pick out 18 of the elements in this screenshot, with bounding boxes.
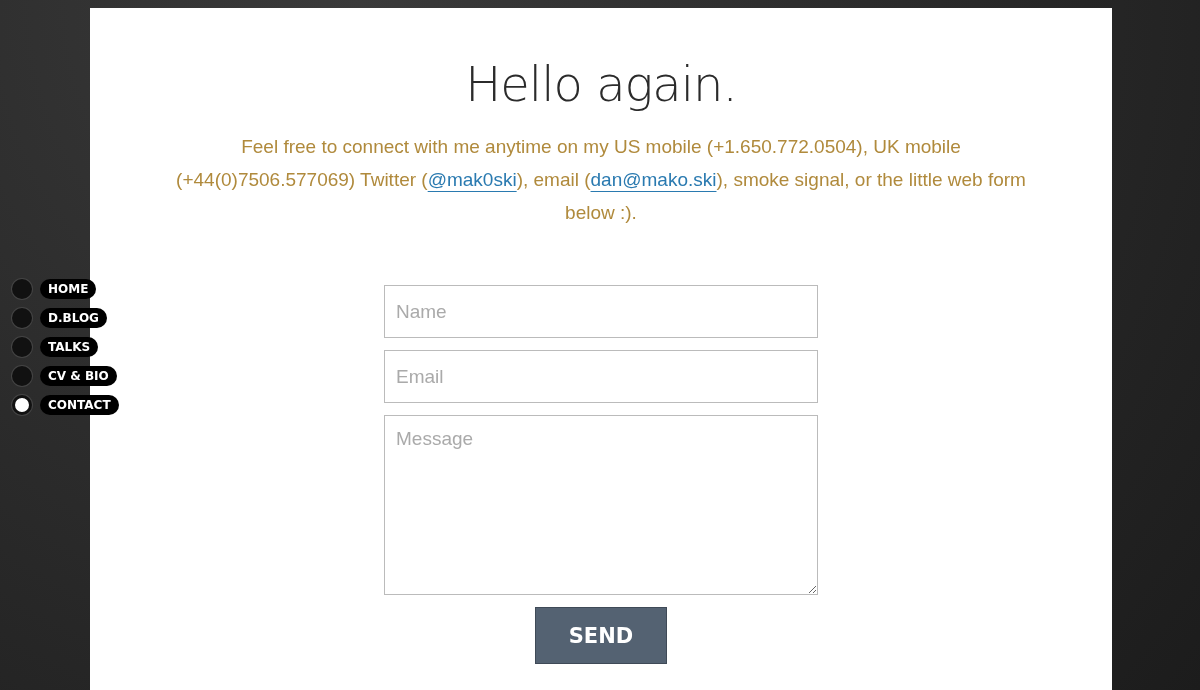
nav-dot[interactable]	[12, 308, 32, 328]
send-button[interactable]: SEND	[535, 607, 667, 664]
intro-paragraph: Feel free to connect with me anytime on my US mobile (+1.650.772.0504), UK mobile (+44(0)7506.577069) Twitter (@mak0ski), email (dan@mako.ski), smoke signal, or the little web form below :).	[175, 135, 1027, 225]
message-field[interactable]: Message	[384, 415, 818, 595]
nav-link[interactable]: TALKS	[40, 337, 99, 357]
input-field[interactable]: Name	[384, 285, 818, 338]
nav-link[interactable]: CONTACT	[40, 395, 119, 415]
inline-link[interactable]: @mak0ski	[427, 169, 517, 190]
nav-dot[interactable]	[12, 366, 32, 386]
page-heading: Hello again.	[465, 56, 737, 112]
nav-link[interactable]: HOME	[40, 279, 97, 299]
inline-link[interactable]: dan@mako.ski	[590, 169, 717, 190]
nav-link[interactable]: CV & BIO	[40, 366, 117, 386]
nav-link[interactable]: D.BLOG	[40, 308, 107, 328]
nav-dot[interactable]	[12, 337, 32, 357]
input-field[interactable]: Email	[384, 350, 818, 403]
nav-dot[interactable]	[12, 395, 32, 415]
nav-dot[interactable]	[12, 279, 32, 299]
